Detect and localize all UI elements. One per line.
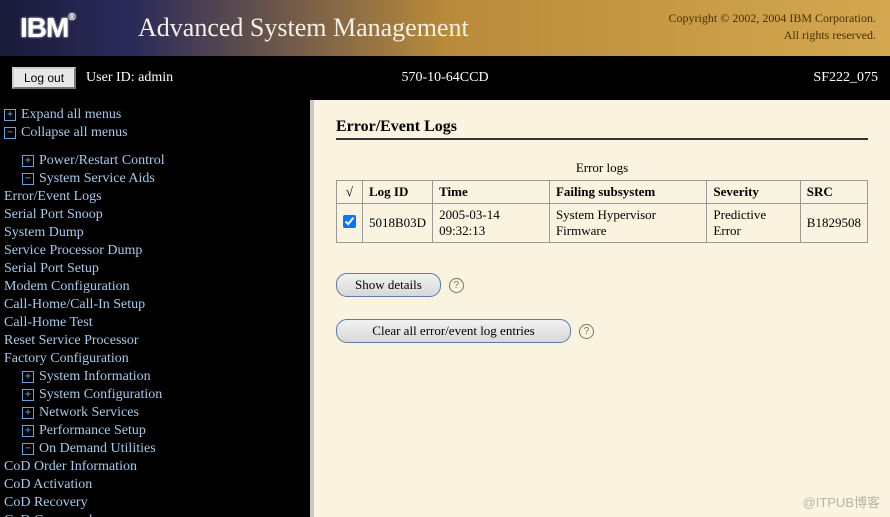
nav-power-restart[interactable]: + Power/Restart Control <box>4 152 310 170</box>
nav-call-home-setup[interactable]: Call-Home/Call-In Setup <box>4 296 310 314</box>
watermark: @ITPUB博客 <box>803 492 880 511</box>
plus-icon: + <box>22 407 34 419</box>
nav-system-configuration[interactable]: + System Configuration <box>4 386 310 404</box>
nav-cod-order[interactable]: CoD Order Information <box>4 458 310 476</box>
tree-label: Expand all menus <box>21 107 121 123</box>
nav-serial-port-setup[interactable]: Serial Port Setup <box>4 260 310 278</box>
logout-button[interactable]: Log out <box>12 67 76 89</box>
nav-network-services[interactable]: + Network Services <box>4 404 310 422</box>
table-caption: Error logs <box>336 160 868 176</box>
nav-cod-command[interactable]: CoD Command <box>4 512 310 517</box>
nav-modem-configuration[interactable]: Modem Configuration <box>4 278 310 296</box>
nav-reset-service-processor[interactable]: Reset Service Processor <box>4 332 310 350</box>
nav-system-information[interactable]: + System Information <box>4 368 310 386</box>
nav-call-home-test[interactable]: Call-Home Test <box>4 314 310 332</box>
table-header-row: √ Log ID Time Failing subsystem Severity… <box>337 181 868 204</box>
plus-icon: + <box>22 425 34 437</box>
copyright-line: Copyright © 2002, 2004 IBM Corporation. <box>669 10 876 27</box>
tree-label: System Configuration <box>39 387 162 403</box>
tree-label: Network Services <box>39 405 139 421</box>
table-row: 5018B03D 2005-03-14 09:32:13 System Hype… <box>337 204 868 243</box>
show-details-button[interactable]: Show details <box>336 273 441 297</box>
expand-all-menus[interactable]: + Expand all menus <box>4 106 310 124</box>
tree-label: System Service Aids <box>39 171 155 187</box>
cell-src: B1829508 <box>800 204 867 243</box>
row-checkbox[interactable] <box>343 215 356 228</box>
user-id-label: User ID: <box>86 70 135 86</box>
col-severity: Severity <box>707 181 800 204</box>
show-details-row: Show details ? <box>336 273 868 297</box>
cell-severity: Predictive Error <box>707 204 800 243</box>
minus-icon: − <box>4 127 16 139</box>
clear-all-button[interactable]: Clear all error/event log entries <box>336 319 571 343</box>
col-log-id: Log ID <box>363 181 433 204</box>
nav-serial-port-snoop[interactable]: Serial Port Snoop <box>4 206 310 224</box>
system-id: 570-10-64CCD <box>401 70 488 86</box>
nav-performance-setup[interactable]: + Performance Setup <box>4 422 310 440</box>
nav-cod-recovery[interactable]: CoD Recovery <box>4 494 310 512</box>
cell-failing: System Hypervisor Firmware <box>549 204 706 243</box>
ibm-logo: IBM® <box>0 0 120 56</box>
tree-label: On Demand Utilities <box>39 441 156 457</box>
plus-icon: + <box>4 109 16 121</box>
nav-system-dump[interactable]: System Dump <box>4 224 310 242</box>
clear-all-row: Clear all error/event log entries ? <box>336 319 868 343</box>
nav-cod-activation[interactable]: CoD Activation <box>4 476 310 494</box>
rights-reserved-line: All rights reserved. <box>669 27 876 44</box>
tree-label: Collapse all menus <box>21 125 128 141</box>
error-log-table: √ Log ID Time Failing subsystem Severity… <box>336 180 868 243</box>
nav-system-service-aids[interactable]: − System Service Aids <box>4 170 310 188</box>
tree-label: Power/Restart Control <box>39 153 165 169</box>
col-time: Time <box>433 181 550 204</box>
minus-icon: − <box>22 173 34 185</box>
plus-icon: + <box>22 389 34 401</box>
plus-icon: + <box>22 155 34 167</box>
help-icon[interactable]: ? <box>579 324 594 339</box>
cell-time: 2005-03-14 09:32:13 <box>433 204 550 243</box>
nav-factory-configuration[interactable]: Factory Configuration <box>4 350 310 368</box>
col-check: √ <box>337 181 363 204</box>
plus-icon: + <box>22 371 34 383</box>
collapse-all-menus[interactable]: − Collapse all menus <box>4 124 310 142</box>
content-pane: Error/Event Logs Error logs √ Log ID Tim… <box>314 100 890 517</box>
navigation-sidebar: + Expand all menus − Collapse all menus … <box>0 100 314 517</box>
logo-text: IBM® <box>20 12 75 44</box>
copyright-block: Copyright © 2002, 2004 IBM Corporation. … <box>669 10 876 44</box>
nav-error-event-logs[interactable]: Error/Event Logs <box>4 188 310 206</box>
nav-on-demand-utilities[interactable]: − On Demand Utilities <box>4 440 310 458</box>
cell-log-id: 5018B03D <box>363 204 433 243</box>
minus-icon: − <box>22 443 34 455</box>
col-src: SRC <box>800 181 867 204</box>
user-id-value: admin <box>138 70 173 86</box>
help-icon[interactable]: ? <box>449 278 464 293</box>
sub-header: Log out User ID: admin 570-10-64CCD SF22… <box>0 56 890 100</box>
nav-service-processor-dump[interactable]: Service Processor Dump <box>4 242 310 260</box>
col-failing-subsystem: Failing subsystem <box>549 181 706 204</box>
main-area: + Expand all menus − Collapse all menus … <box>0 100 890 517</box>
header-banner: IBM® Advanced System Management Copyrigh… <box>0 0 890 56</box>
tree-label: System Information <box>39 369 151 385</box>
tree-label: Performance Setup <box>39 423 146 439</box>
app-title: Advanced System Management <box>138 13 469 43</box>
firmware-version: SF222_075 <box>813 70 878 86</box>
page-title: Error/Event Logs <box>336 118 868 140</box>
